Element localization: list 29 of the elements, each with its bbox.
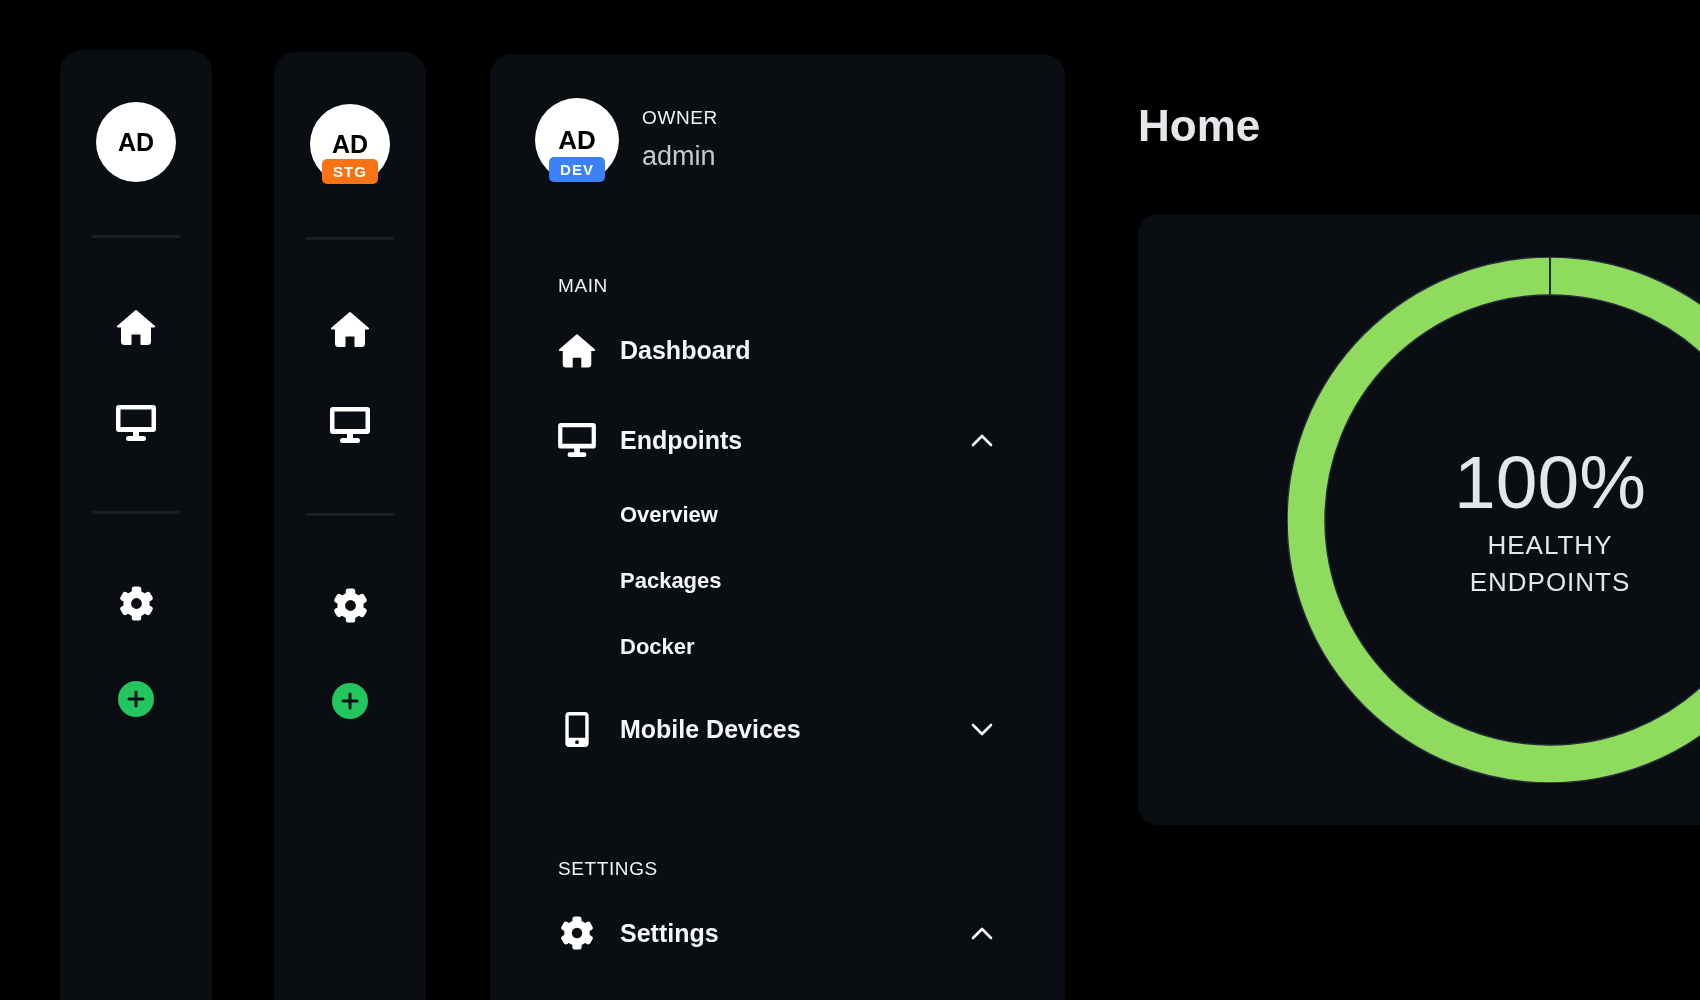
nav-item[interactable]: Endpoints — [558, 408, 992, 472]
nav-item[interactable]: Mobile Devices — [558, 697, 992, 761]
gear-icon[interactable] — [118, 586, 154, 621]
nav-item[interactable]: Dashboard — [558, 318, 992, 382]
username: admin — [642, 140, 716, 173]
nav-subitem[interactable]: Overview — [620, 491, 718, 539]
section-heading: MAIN — [558, 274, 608, 298]
monitor-icon[interactable] — [330, 407, 370, 443]
gear-icon[interactable] — [332, 588, 368, 623]
health-caption: HEALTHY ENDPOINTS — [1469, 528, 1631, 599]
house-icon[interactable] — [330, 311, 370, 347]
section-heading: SETTINGS — [558, 857, 658, 881]
gear-icon — [560, 916, 594, 950]
add-circle-icon[interactable] — [332, 683, 368, 719]
avatar[interactable]: AD — [96, 102, 176, 182]
phone-icon — [565, 711, 589, 747]
monitor-icon — [558, 423, 596, 457]
health-percentage: 100% — [1454, 438, 1646, 525]
monitor-icon[interactable] — [116, 405, 156, 441]
house-icon[interactable] — [116, 309, 156, 345]
house-icon — [558, 332, 596, 368]
user-role: OWNER — [642, 107, 718, 129]
nav-subitem[interactable]: Packages — [620, 557, 722, 605]
add-circle-icon[interactable] — [118, 681, 154, 717]
page-title: Home — [1138, 100, 1261, 152]
avatar[interactable]: AD STG — [310, 104, 390, 184]
avatar[interactable]: AD DEV — [535, 98, 619, 182]
nav-item[interactable]: Settings — [558, 901, 992, 965]
nav-subitem[interactable]: Docker — [620, 623, 695, 671]
